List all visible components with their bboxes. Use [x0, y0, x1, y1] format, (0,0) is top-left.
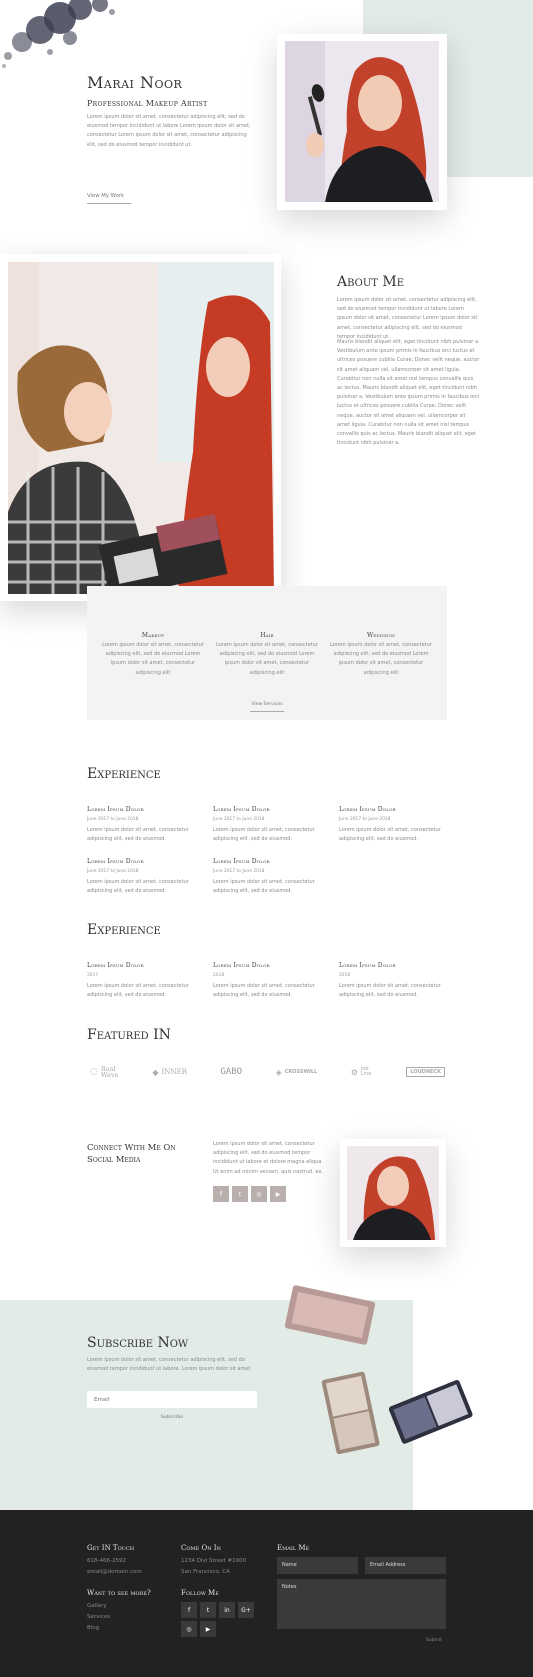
experience-item: Lorem Ipsum Dolor June 2017 to June 2018… — [87, 806, 189, 843]
footer-link-services[interactable]: Services — [87, 1614, 110, 1620]
twitter-icon[interactable]: t — [200, 1602, 216, 1618]
logo-job-line: ⚙ Job Line — [350, 1066, 372, 1077]
connect-social-icons: f t ◎ ▶ — [213, 1186, 286, 1202]
footer-come-title: Come On In — [181, 1544, 221, 1552]
makeup-session-image — [8, 262, 274, 594]
footer-link-gallery[interactable]: Gallery — [87, 1603, 107, 1609]
logo-gabo: GABO — [220, 1067, 243, 1077]
featured-title: Featured IN — [87, 1027, 171, 1043]
about-text-1: Lorem ipsum dolor sit amet, consectetur … — [337, 297, 478, 340]
footer: Get IN Touch 618-466-2592 email@domain.c… — [0, 1510, 533, 1677]
footer-address-2: San Francisco, CA — [181, 1569, 230, 1575]
connect-portrait-image — [347, 1146, 439, 1240]
footer-social-row-2: ◎ ▶ — [181, 1621, 216, 1637]
service-hair: Hair Lorem ipsum dolor sit amet, consect… — [216, 632, 318, 676]
experience-title: Experience — [87, 766, 161, 782]
experience-item: Lorem Ipsum Dolor 2018 Lorem ipsum dolor… — [339, 962, 441, 999]
logo-crosswill: ◈ CROSSWILL — [275, 1067, 318, 1077]
connect-portrait-card — [340, 1139, 446, 1247]
connect-title: Connect With Me On Social Media — [87, 1143, 176, 1165]
connect-text: Lorem ipsum dolor sit amet, consectetur … — [213, 1141, 323, 1175]
experience-item: Lorem Ipsum Dolor June 2017 to June 2018… — [339, 806, 441, 843]
experience-title: Experience — [87, 922, 161, 938]
footer-touch-title: Get IN Touch — [87, 1544, 135, 1552]
logo-real-wave: ◌ Real Wave — [90, 1065, 119, 1079]
powder-splash-image — [2, 0, 115, 68]
logo-inner: ◆ INNER — [152, 1067, 187, 1077]
youtube-icon[interactable]: ▶ — [200, 1621, 216, 1637]
hero-subtitle: Professional Makeup Artist — [87, 99, 208, 108]
facebook-icon[interactable]: f — [213, 1186, 229, 1202]
email-input[interactable] — [87, 1391, 257, 1408]
featured-logos: ◌ Real Wave ◆ INNER GABO ◈ CROSSWILL ⚙ Job L… — [90, 1066, 445, 1078]
email-address-field[interactable]: Email Address — [365, 1557, 446, 1574]
footer-address-1: 1234 Divi Street #1000 — [181, 1558, 247, 1564]
facebook-icon[interactable]: f — [181, 1602, 197, 1618]
footer-email-title: Email Me — [277, 1544, 310, 1552]
service-weddings: Weddings Lorem ipsum dolor sit amet, con… — [330, 632, 432, 676]
footer-email[interactable]: email@domain.com — [87, 1569, 142, 1575]
experience-item: Lorem Ipsum Dolor 2018 Lorem ipsum dolor… — [213, 962, 315, 999]
about-text-2: Mauris blandit aliquet elit, eget tincid… — [337, 339, 480, 447]
service-makeup: Makeup Lorem ipsum dolor sit amet, conse… — [102, 632, 204, 676]
view-services-link[interactable]: View Services — [87, 690, 447, 712]
instagram-icon[interactable]: ◎ — [181, 1621, 197, 1637]
google-plus-icon[interactable]: G+ — [238, 1602, 254, 1618]
footer-phone[interactable]: 618-466-2592 — [87, 1558, 126, 1564]
about-title: About Me — [337, 274, 405, 290]
youtube-icon[interactable]: ▶ — [270, 1186, 286, 1202]
about-image-card — [0, 254, 281, 601]
instagram-icon[interactable]: ◎ — [251, 1186, 267, 1202]
footer-link-blog[interactable]: Blog — [87, 1625, 99, 1631]
hero-name: Marai Noor — [87, 73, 183, 92]
subscribe-title: Subscribe Now — [87, 1335, 189, 1351]
subscribe-text: Lorem ipsum dolor sit amet, consectetur … — [87, 1357, 251, 1373]
view-my-work-link[interactable]: View My Work — [87, 182, 131, 204]
footer-more-title: Want to see more? — [87, 1589, 151, 1597]
footer-follow-title: Follow Me — [181, 1589, 219, 1597]
linkedin-icon[interactable]: in — [219, 1602, 235, 1618]
services-panel: Makeup Lorem ipsum dolor sit amet, conse… — [87, 586, 447, 720]
experience-item: Lorem Ipsum Dolor June 2017 to June 2018… — [213, 806, 315, 843]
hero-text: Lorem ipsum dolor sit amet, consectetur … — [87, 114, 251, 148]
submit-button[interactable]: Submit — [426, 1638, 442, 1643]
twitter-icon[interactable]: t — [232, 1186, 248, 1202]
footer-social-row-1: f t in G+ — [181, 1602, 254, 1618]
hero-portrait-image — [285, 41, 439, 202]
logo-loudneck: LOUDNECK — [406, 1067, 445, 1077]
experience-item: Lorem Ipsum Dolor June 2017 to June 2018… — [213, 858, 315, 895]
experience-item: Lorem Ipsum Dolor 2017 Lorem ipsum dolor… — [87, 962, 189, 999]
eyeshadow-palettes-image — [284, 1285, 473, 1455]
hero-portrait-card — [277, 34, 447, 210]
name-field[interactable]: Name — [277, 1557, 358, 1574]
experience-item: Lorem Ipsum Dolor June 2017 to June 2018… — [87, 858, 189, 895]
subscribe-button[interactable]: Subscribe — [87, 1415, 257, 1420]
notes-field[interactable]: Notes — [277, 1579, 446, 1629]
